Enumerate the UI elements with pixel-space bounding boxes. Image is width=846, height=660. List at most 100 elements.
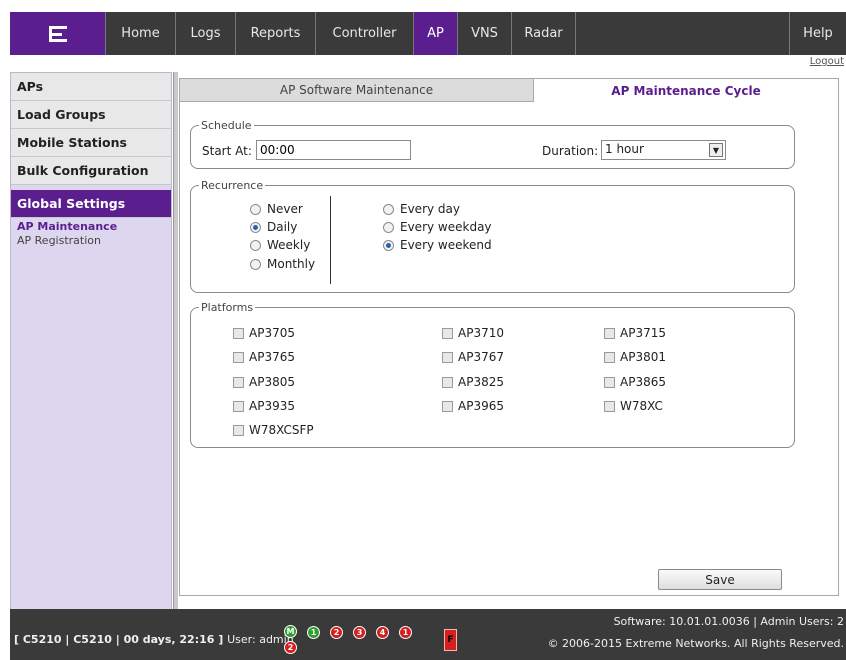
radio-every-weekend-label: Every weekend [400,238,492,252]
checkbox-box[interactable] [442,351,453,363]
platform-checkbox[interactable]: AP3715 [604,326,666,340]
radio-every-weekday-label: Every weekday [400,220,492,234]
tab-ap-software-maintenance[interactable]: AP Software Maintenance [180,79,534,102]
status-icon-2[interactable]: 2 [330,626,343,639]
platform-label: AP3865 [620,375,666,389]
checkbox-box[interactable] [604,327,615,339]
platform-checkbox[interactable]: AP3705 [233,326,295,340]
radio-every-day-dot[interactable] [383,203,394,215]
platform-label: AP3705 [249,326,295,340]
radio-every-weekday[interactable]: Every weekday [383,220,492,234]
schedule-legend: Schedule [201,119,252,132]
checkbox-box[interactable] [442,327,453,339]
radio-never-dot[interactable] [250,203,261,215]
radio-weekly-dot[interactable] [250,239,261,251]
sidebar-item-bulk-configuration[interactable]: Bulk Configuration [11,157,171,185]
nav-logs[interactable]: Logs [176,12,236,55]
checkbox-box[interactable] [604,400,615,412]
checkbox-box[interactable] [442,400,453,412]
radio-monthly-label: Monthly [267,257,316,271]
status-icon-3[interactable]: 3 [353,626,366,639]
checkbox-box[interactable] [604,351,615,363]
radio-daily-label: Daily [267,220,298,234]
nav-ap[interactable]: AP [414,12,458,55]
duration-select[interactable]: 1 hour ▼ [601,140,726,160]
checkbox-box[interactable] [233,327,244,339]
logout-link[interactable]: Logout [810,56,844,67]
nav-controller[interactable]: Controller [316,12,414,55]
sidebar-item-load-groups[interactable]: Load Groups [11,101,171,129]
platform-checkbox[interactable]: AP3825 [442,375,504,389]
nav-radar[interactable]: Radar [512,12,576,55]
platform-checkbox[interactable]: AP3935 [233,399,295,413]
platform-checkbox[interactable]: W78XC [604,399,663,413]
tab-bar: AP Software Maintenance AP Maintenance C… [180,79,838,102]
nav-spacer [576,12,790,55]
copyright-text: © 2006-2015 Extreme Networks. All Rights… [547,637,844,650]
software-version: Software: 10.01.01.0036 | Admin Users: 2 [613,615,844,628]
radio-weekly-label: Weekly [267,238,311,252]
platform-label: AP3801 [620,350,666,364]
start-at-input[interactable] [256,140,411,160]
platform-checkbox[interactable]: AP3767 [442,350,504,364]
platform-label: W78XCSFP [249,423,314,437]
radio-every-weekend[interactable]: Every weekend [383,238,492,252]
duration-value: 1 hour [605,142,644,156]
sidebar-subitem-ap-registration[interactable]: AP Registration [11,234,171,248]
checkbox-box[interactable] [233,424,244,436]
sidebar-item-mobile-stations[interactable]: Mobile Stations [11,129,171,157]
platform-checkbox[interactable]: AP3801 [604,350,666,364]
save-button[interactable]: Save [658,569,782,590]
recurrence-divider [330,196,331,284]
platform-checkbox[interactable]: W78XCSFP [233,423,314,437]
top-nav: Home Logs Reports Controller AP VNS Rada… [10,12,846,55]
checkbox-box[interactable] [233,400,244,412]
radio-monthly[interactable]: Monthly [250,257,315,271]
nav-reports[interactable]: Reports [236,12,316,55]
status-icon-1-red[interactable]: 1 [399,626,412,639]
tab-ap-maintenance-cycle[interactable]: AP Maintenance Cycle [534,79,838,102]
extreme-logo-icon [48,25,67,42]
sidebar-subitem-ap-maintenance[interactable]: AP Maintenance [11,220,171,234]
duration-label: Duration: [542,144,599,158]
platform-checkbox[interactable]: AP3965 [442,399,504,413]
checkbox-box[interactable] [604,376,615,388]
radio-daily[interactable]: Daily [250,220,297,234]
platform-checkbox[interactable]: AP3765 [233,350,295,364]
platform-label: AP3710 [458,326,504,340]
radio-weekly[interactable]: Weekly [250,238,310,252]
platform-label: AP3825 [458,375,504,389]
flag-icon[interactable]: F [444,629,457,651]
platform-checkbox[interactable]: AP3710 [442,326,504,340]
status-icon-m[interactable]: M [284,625,297,638]
sidebar-splitter[interactable] [173,72,178,620]
nav-help[interactable]: Help [790,12,846,55]
radio-monthly-dot[interactable] [250,258,261,270]
status-icon-4[interactable]: 4 [376,626,389,639]
platform-label: AP3715 [620,326,666,340]
radio-every-weekday-dot[interactable] [383,221,394,233]
sidebar-item-aps[interactable]: APs [11,73,171,101]
radio-daily-dot[interactable] [250,221,261,233]
nav-home[interactable]: Home [106,12,176,55]
platform-label: AP3767 [458,350,504,364]
nav-vns[interactable]: VNS [458,12,512,55]
status-icon-1-green[interactable]: 1 [307,626,320,639]
extreme-logo[interactable] [10,12,106,55]
recurrence-legend: Recurrence [201,179,264,192]
checkbox-box[interactable] [442,376,453,388]
platform-checkbox[interactable]: AP3865 [604,375,666,389]
radio-every-day-label: Every day [400,202,460,216]
radio-never-label: Never [267,202,303,216]
checkbox-box[interactable] [233,351,244,363]
platform-label: AP3805 [249,375,295,389]
status-icon-sub[interactable]: 2 [284,641,297,654]
chevron-down-icon[interactable]: ▼ [709,143,723,157]
radio-every-day[interactable]: Every day [383,202,460,216]
session-info: [ C5210 | C5210 | 00 days, 22:16 ] User:… [14,633,294,646]
platform-checkbox[interactable]: AP3805 [233,375,295,389]
radio-every-weekend-dot[interactable] [383,239,394,251]
checkbox-box[interactable] [233,376,244,388]
sidebar-item-global-settings[interactable]: Global Settings [11,190,171,218]
radio-never[interactable]: Never [250,202,303,216]
